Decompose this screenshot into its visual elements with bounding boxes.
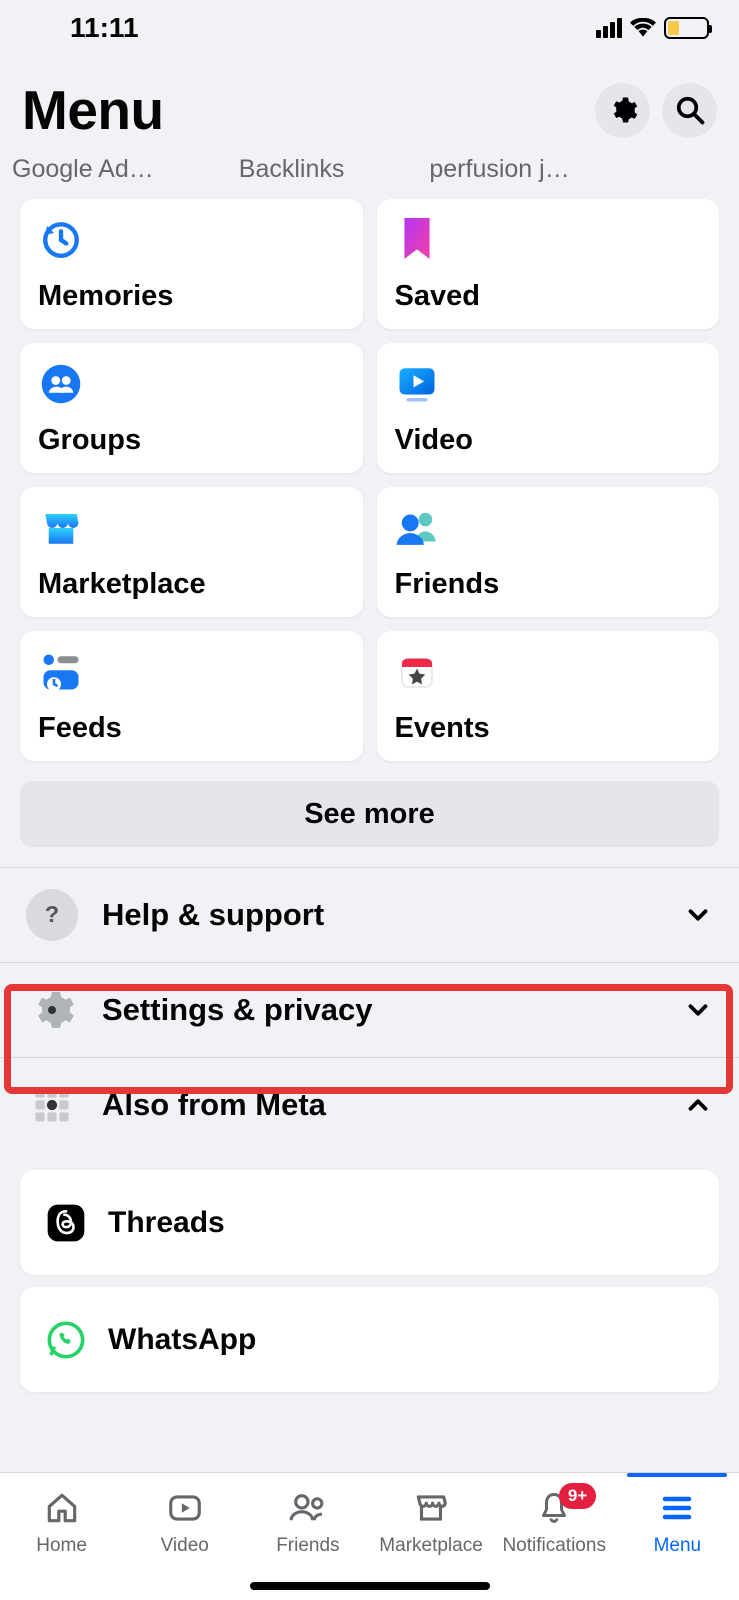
tile-video[interactable]: Video [377,343,720,473]
meta-app-whatsapp[interactable]: WhatsApp [20,1287,719,1392]
chevron-down-icon [683,995,713,1025]
groups-icon [38,361,83,406]
tab-label: Notifications [502,1535,606,1557]
status-time: 11:11 [70,12,139,44]
app-name: WhatsApp [108,1323,256,1357]
tile-label: Saved [395,280,702,313]
section-settings-privacy[interactable]: Settings & privacy [0,963,739,1057]
tile-friends[interactable]: Friends [377,487,720,617]
events-icon [395,649,440,694]
tile-label: Events [395,712,702,745]
tab-home[interactable]: Home [2,1487,122,1557]
section-also-from-meta[interactable]: Also from Meta [0,1058,739,1152]
help-icon: ? [26,889,78,941]
gear-icon [608,95,638,125]
meta-grid-icon [26,1079,78,1131]
tab-friends[interactable]: Friends [248,1487,368,1557]
tile-label: Groups [38,424,345,457]
chevron-down-icon [683,900,713,930]
settings-button[interactable] [595,83,650,138]
tab-label: Home [36,1535,87,1557]
home-indicator [250,1582,490,1590]
page-title: Menu [22,78,164,142]
wifi-icon [630,18,656,38]
shortcut-item[interactable]: perfusion j… [429,155,569,185]
tab-label: Video [161,1535,209,1557]
tile-memories[interactable]: Memories [20,199,363,329]
saved-icon [395,217,440,262]
tile-label: Feeds [38,712,345,745]
section-label: Also from Meta [102,1087,659,1123]
memories-icon [38,217,83,262]
tab-label: Menu [654,1535,702,1557]
tile-label: Marketplace [38,568,345,601]
cellular-icon [596,18,622,38]
svg-text:?: ? [45,901,59,927]
feeds-icon [38,649,83,694]
menu-icon [656,1487,698,1529]
section-label: Settings & privacy [102,992,659,1028]
app-name: Threads [108,1206,225,1240]
home-icon [41,1487,83,1529]
tab-label: Friends [276,1535,339,1557]
bottom-tab-bar: Home Video Friends Marketplace 9+ Notifi… [0,1472,739,1600]
tab-notifications[interactable]: 9+ Notifications [494,1487,614,1557]
tile-saved[interactable]: Saved [377,199,720,329]
see-more-label: See more [304,798,435,831]
shortcuts-strip[interactable]: Google Ad… Backlinks perfusion j… [0,155,739,185]
tile-feeds[interactable]: Feeds [20,631,363,761]
video-icon [395,361,440,406]
tab-menu[interactable]: Menu [617,1487,737,1557]
whatsapp-icon [46,1320,86,1360]
marketplace-tab-icon [410,1487,452,1529]
search-button[interactable] [662,83,717,138]
meta-app-threads[interactable]: Threads [20,1170,719,1275]
page-header: Menu [0,55,739,155]
chevron-up-icon [683,1090,713,1120]
friends-tab-icon [287,1487,329,1529]
tile-label: Video [395,424,702,457]
section-help-support[interactable]: ? Help & support [0,868,739,962]
meta-apps-list: Threads WhatsApp [0,1152,739,1392]
settings-icon [26,984,78,1036]
tab-marketplace[interactable]: Marketplace [371,1487,491,1557]
status-icons [596,17,709,39]
tile-marketplace[interactable]: Marketplace [20,487,363,617]
see-more-button[interactable]: See more [20,781,719,847]
tab-label: Marketplace [379,1535,483,1557]
shortcut-item[interactable]: Google Ad… [12,155,154,185]
video-tab-icon [164,1487,206,1529]
tile-groups[interactable]: Groups [20,343,363,473]
marketplace-icon [38,505,83,550]
battery-icon [664,17,709,39]
search-icon [675,95,705,125]
tile-events[interactable]: Events [377,631,720,761]
tab-video[interactable]: Video [125,1487,245,1557]
notification-badge: 9+ [559,1483,596,1509]
tile-label: Friends [395,568,702,601]
tile-label: Memories [38,280,345,313]
status-bar: 11:11 [0,0,739,55]
threads-icon [46,1203,86,1243]
shortcut-item[interactable]: Backlinks [239,155,345,185]
menu-tiles-grid: Memories Saved Groups Video Marketplace … [0,185,739,775]
section-label: Help & support [102,897,659,933]
friends-icon [395,505,440,550]
